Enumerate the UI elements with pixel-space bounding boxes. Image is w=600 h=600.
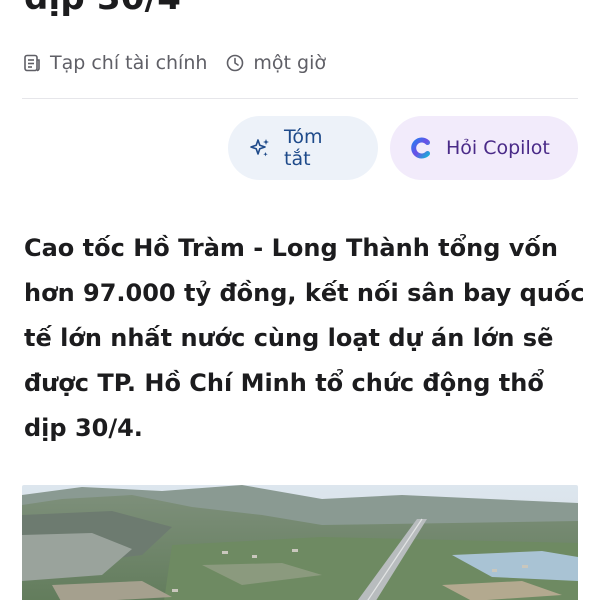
lead-line: được TP. Hồ Chí Minh tổ chức động thổ	[24, 369, 544, 397]
article-page: dịp 30/4 Tạp chí tài chính m	[0, 0, 600, 600]
sparkle-icon	[248, 136, 272, 160]
summary-button[interactable]: Tóm tắt	[228, 116, 378, 180]
ask-copilot-button[interactable]: Hỏi Copilot	[390, 116, 578, 180]
aerial-landscape-image	[22, 485, 578, 600]
article-lead: Cao tốc Hồ Tràm - Long Thành tổng vốn hơ…	[24, 226, 585, 451]
source-info[interactable]: Tạp chí tài chính	[22, 52, 207, 74]
article-photo[interactable]	[22, 485, 578, 600]
divider	[22, 98, 578, 99]
copilot-label: Hỏi Copilot	[446, 137, 550, 159]
newspaper-icon	[22, 53, 42, 73]
source-name: Tạp chí tài chính	[50, 52, 208, 74]
lead-line: Cao tốc Hồ Tràm - Long Thành tổng vốn	[24, 234, 558, 262]
copilot-icon	[410, 136, 434, 160]
lead-line: dịp 30/4.	[24, 414, 143, 442]
action-bar: Tóm tắt Hỏi Copilot	[228, 116, 578, 180]
clock-icon	[225, 53, 245, 73]
lead-line: hơn 97.000 tỷ đồng, kết nối sân bay quốc	[24, 279, 585, 307]
time-label: một giờ	[253, 52, 327, 74]
summary-label: Tóm tắt	[284, 126, 323, 170]
publish-time: một giờ	[225, 52, 326, 74]
article-title: dịp 30/4	[24, 0, 181, 18]
lead-line: tế lớn nhất nước cùng loạt dự án lớn sẽ	[24, 324, 554, 352]
article-meta: Tạp chí tài chính một giờ	[22, 48, 326, 78]
